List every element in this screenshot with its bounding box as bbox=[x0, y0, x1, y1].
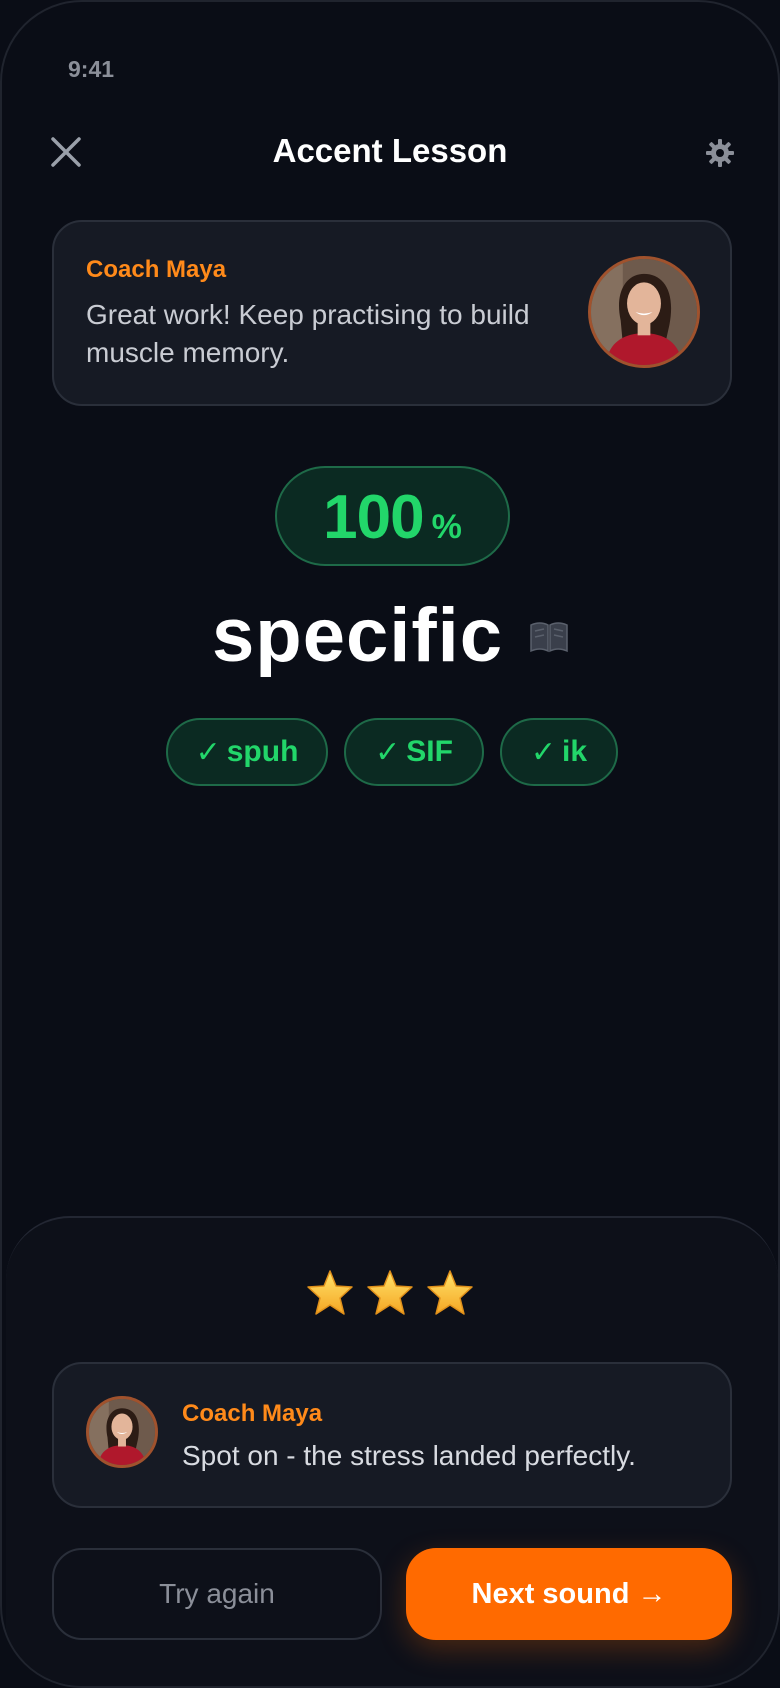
syllable-list: ✓ spuh ✓ SIF ✓ ik bbox=[2, 718, 778, 786]
dictionary-button[interactable] bbox=[529, 620, 569, 654]
star-rating bbox=[2, 1268, 778, 1324]
score-unit: % bbox=[431, 508, 462, 546]
score-badge: 100 % bbox=[275, 466, 510, 566]
try-again-button[interactable]: Try again bbox=[52, 1548, 382, 1640]
next-sound-button[interactable]: Next sound → bbox=[406, 1548, 732, 1640]
syllable-text: ik bbox=[562, 735, 588, 768]
syllable-text: spuh bbox=[226, 735, 299, 768]
coach-message: Great work! Keep practising to build mus… bbox=[86, 299, 530, 368]
page-title: Accent Lesson bbox=[272, 132, 508, 169]
settings-button[interactable] bbox=[705, 138, 735, 168]
phone-screen: 9:41 Accent Lesson Coach Maya Great work… bbox=[0, 0, 780, 1688]
coach-card: Coach Maya Great work! Keep practising t… bbox=[52, 220, 732, 406]
coach-name: Coach Maya bbox=[86, 256, 227, 283]
syllable-chip: ✓ spuh bbox=[166, 718, 328, 786]
star-icon bbox=[367, 1270, 413, 1315]
feedback-card: Coach Maya Spot on - the stress landed p… bbox=[52, 1362, 732, 1508]
syllable-text: SIF bbox=[406, 735, 453, 768]
coach-avatar bbox=[588, 256, 700, 368]
star-icon bbox=[306, 1270, 353, 1315]
gear-icon bbox=[706, 139, 734, 167]
syllable-chip: ✓ SIF bbox=[344, 718, 484, 786]
target-word: specific bbox=[212, 593, 504, 678]
book-icon bbox=[530, 622, 568, 653]
coach-avatar-small bbox=[86, 1396, 158, 1468]
check-icon: ✓ bbox=[375, 735, 401, 769]
feedback-message: Spot on - the stress landed perfectly. bbox=[182, 1440, 636, 1471]
star-icon bbox=[427, 1270, 474, 1315]
feedback-coach-name: Coach Maya bbox=[182, 1400, 323, 1427]
check-icon: ✓ bbox=[195, 735, 221, 769]
syllable-chip: ✓ ik bbox=[500, 718, 618, 786]
score-value: 100 bbox=[323, 483, 424, 552]
check-icon: ✓ bbox=[530, 735, 557, 769]
status-time: 9:41 bbox=[68, 56, 115, 82]
